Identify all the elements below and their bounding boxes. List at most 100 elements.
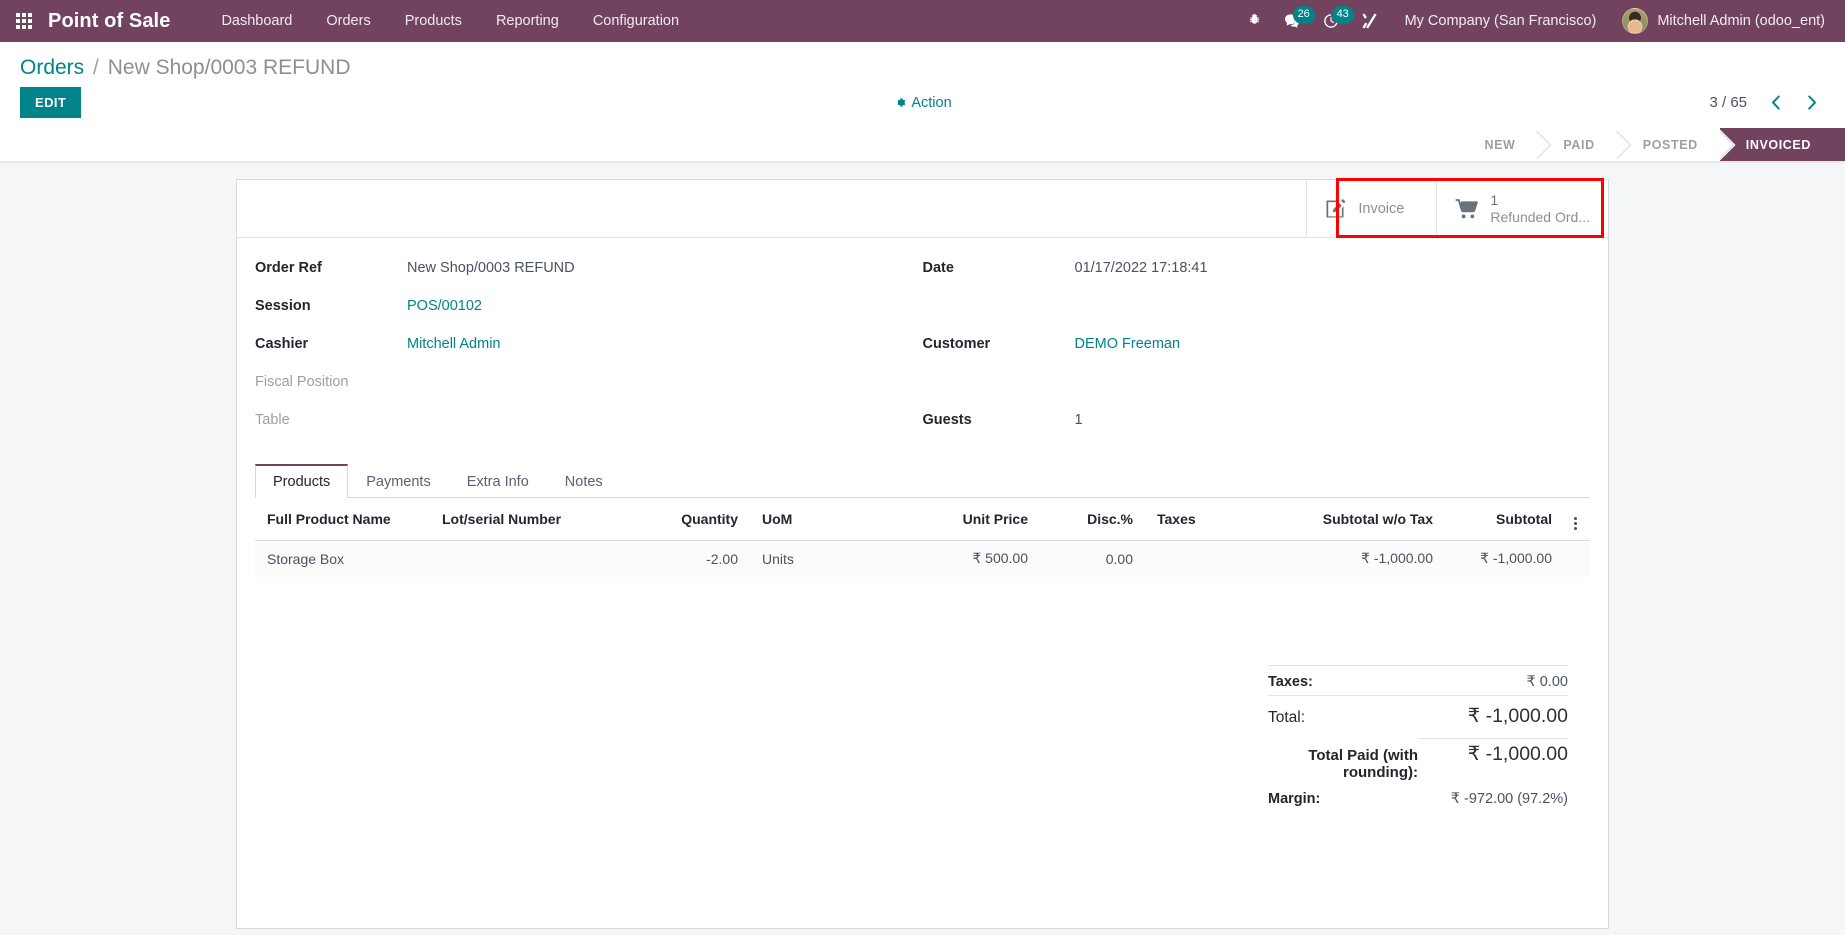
cell-lot-serial-number <box>430 541 645 577</box>
tools-icon[interactable] <box>1350 7 1389 35</box>
user-menu[interactable]: Mitchell Admin (odoo_ent) <box>1612 4 1831 38</box>
table-row[interactable]: Storage Box -2.00 Units ₹ 500.00 0.00 ₹ … <box>255 540 1590 577</box>
totals-total-paid-label: Total Paid (with rounding): <box>1308 747 1418 781</box>
col-subtotal-wo-tax[interactable]: Subtotal w/o Tax <box>1260 498 1445 541</box>
menu-item-reporting[interactable]: Reporting <box>479 2 576 40</box>
navbar-systray: 26 43 My Company (San Francisco) Mitchel… <box>1236 2 1831 40</box>
field-guests: Guests 1 <box>923 412 1569 441</box>
col-uom[interactable]: UoM <box>750 498 865 541</box>
activities-clock-icon[interactable]: 43 <box>1312 6 1354 35</box>
pager-next-icon[interactable] <box>1797 93 1825 112</box>
totals-total-label: Total: <box>1268 709 1306 726</box>
gear-icon <box>893 96 906 109</box>
order-lines-header: Full Product Name Lot/serial Number Quan… <box>255 498 1590 541</box>
col-unit-price[interactable]: Unit Price <box>865 498 1040 541</box>
tab-notes[interactable]: Notes <box>547 464 621 498</box>
edit-button[interactable]: EDIT <box>20 87 82 118</box>
totals-margin-row: Margin: ₹ -972.00 (97.2%) <box>1268 786 1568 812</box>
menu-item-dashboard[interactable]: Dashboard <box>204 2 309 40</box>
cell-unit-price: ₹ 500.00 <box>972 550 1028 566</box>
field-guests-label: Guests <box>922 412 972 428</box>
company-switcher[interactable]: My Company (San Francisco) <box>1389 2 1613 40</box>
totals-total-paid-row: Total Paid (with rounding): ₹ -1,000.00 <box>1268 733 1568 786</box>
tab-extra-info[interactable]: Extra Info <box>449 464 547 498</box>
status-stage-new-label: NEW <box>1484 137 1516 152</box>
field-date: Date 01/17/2022 17:18:41 <box>923 260 1569 289</box>
form-column-right: Date 01/17/2022 17:18:41 Customer DEMO F… <box>923 260 1591 450</box>
page-body: Invoice 1 Refunded Ord... Order Ref New … <box>0 163 1845 935</box>
field-date-value: 01/17/2022 17:18:41 <box>1074 260 1208 276</box>
action-label: Action <box>911 94 952 111</box>
col-full-product-name[interactable]: Full Product Name <box>255 498 430 541</box>
bug-icon[interactable] <box>1236 8 1273 35</box>
status-stage-posted-label: POSTED <box>1642 137 1698 152</box>
col-disc-pct[interactable]: Disc.% <box>1040 498 1145 541</box>
field-cashier-label: Cashier <box>255 336 309 352</box>
status-stage-invoiced[interactable]: INVOICED <box>1719 128 1845 161</box>
field-cashier-value[interactable]: Mitchell Admin <box>407 336 500 352</box>
field-cashier: Cashier Mitchell Admin <box>255 336 901 365</box>
field-session-label: Session <box>255 298 311 314</box>
top-navbar: Point of Sale Dashboard Orders Products … <box>0 0 1845 42</box>
field-customer: Customer DEMO Freeman <box>923 336 1569 365</box>
tab-payments[interactable]: Payments <box>348 464 448 498</box>
control-panel: Orders / New Shop/0003 REFUND EDIT Actio… <box>0 42 1845 163</box>
invoice-smart-button-label: Invoice <box>1358 200 1405 217</box>
refunded-orders-text: 1 Refunded Ord... <box>1490 192 1590 225</box>
action-menu-button[interactable]: Action <box>893 94 952 111</box>
field-session-value[interactable]: POS/00102 <box>407 298 482 314</box>
cell-quantity: -2.00 <box>706 550 738 567</box>
col-subtotal[interactable]: Subtotal <box>1445 498 1564 541</box>
field-spacer-2 <box>923 374 1569 403</box>
field-fiscal-position-label: Fiscal Position <box>255 374 349 390</box>
app-brand-title[interactable]: Point of Sale <box>48 10 170 33</box>
order-lines-body: Storage Box -2.00 Units ₹ 500.00 0.00 ₹ … <box>255 540 1590 577</box>
status-stage-new[interactable]: NEW <box>1458 128 1538 161</box>
field-customer-value[interactable]: DEMO Freeman <box>1075 336 1181 352</box>
messages-icon[interactable]: 26 <box>1273 6 1315 35</box>
totals-taxes-value: ₹ 0.00 <box>1526 674 1568 690</box>
totals-total-paid-value: ₹ -1,000.00 <box>1418 738 1568 766</box>
notebook: Products Payments Extra Info Notes Full … <box>237 456 1608 812</box>
menu-item-orders[interactable]: Orders <box>309 2 387 40</box>
field-fiscal-position: Fiscal Position <box>255 374 901 403</box>
pager-previous-icon[interactable] <box>1763 93 1791 112</box>
apps-grid-icon[interactable] <box>16 13 32 29</box>
statusbar-row: NEW PAID POSTED INVOICED <box>0 128 1845 162</box>
col-quantity[interactable]: Quantity <box>645 498 750 541</box>
vertical-dots-icon <box>1573 517 1577 530</box>
empty-rows-spacer <box>255 577 1590 665</box>
status-stage-paid-label: PAID <box>1563 137 1595 152</box>
form-column-left: Order Ref New Shop/0003 REFUND Session P… <box>255 260 923 450</box>
user-name: Mitchell Admin (odoo_ent) <box>1657 13 1825 29</box>
breadcrumb-separator: / <box>93 56 99 79</box>
totals-taxes-row: Taxes: ₹ 0.00 <box>1268 665 1568 695</box>
avatar <box>1622 8 1649 34</box>
order-totals: Taxes: ₹ 0.00 Total: ₹ -1,000.00 Total P… <box>1268 665 1568 812</box>
pager: 3 / 65 <box>1709 93 1825 112</box>
totals-total-value: ₹ -1,000.00 <box>1467 705 1568 727</box>
invoice-smart-button[interactable]: Invoice <box>1306 180 1437 237</box>
refunded-orders-smart-button[interactable]: 1 Refunded Ord... <box>1436 180 1608 237</box>
field-session: Session POS/00102 <box>255 298 901 327</box>
cell-subtotal: ₹ -1,000.00 <box>1480 550 1552 566</box>
status-bar: NEW PAID POSTED INVOICED <box>1458 128 1845 161</box>
optional-columns-toggle[interactable] <box>1564 498 1590 541</box>
col-lot-serial-number[interactable]: Lot/serial Number <box>430 498 645 541</box>
totals-margin-label: Margin: <box>1268 791 1321 807</box>
col-taxes[interactable]: Taxes <box>1145 498 1260 541</box>
field-order-ref-label: Order Ref <box>255 260 322 276</box>
cell-subtotal-wo-tax: ₹ -1,000.00 <box>1361 550 1433 566</box>
field-table: Table <box>255 412 901 441</box>
cell-uom: Units <box>762 550 794 567</box>
menu-item-configuration[interactable]: Configuration <box>576 2 696 40</box>
table-header-row: Full Product Name Lot/serial Number Quan… <box>255 498 1590 541</box>
menu-item-products[interactable]: Products <box>388 2 479 40</box>
field-date-label: Date <box>922 260 954 276</box>
smart-buttons-row: Invoice 1 Refunded Ord... <box>237 178 1608 238</box>
form-fields-group: Order Ref New Shop/0003 REFUND Session P… <box>237 238 1608 456</box>
tab-products[interactable]: Products <box>255 464 349 498</box>
form-sheet: Invoice 1 Refunded Ord... Order Ref New … <box>236 178 1609 929</box>
breadcrumb-orders-link[interactable]: Orders <box>20 56 84 79</box>
field-spacer-1 <box>923 298 1569 327</box>
